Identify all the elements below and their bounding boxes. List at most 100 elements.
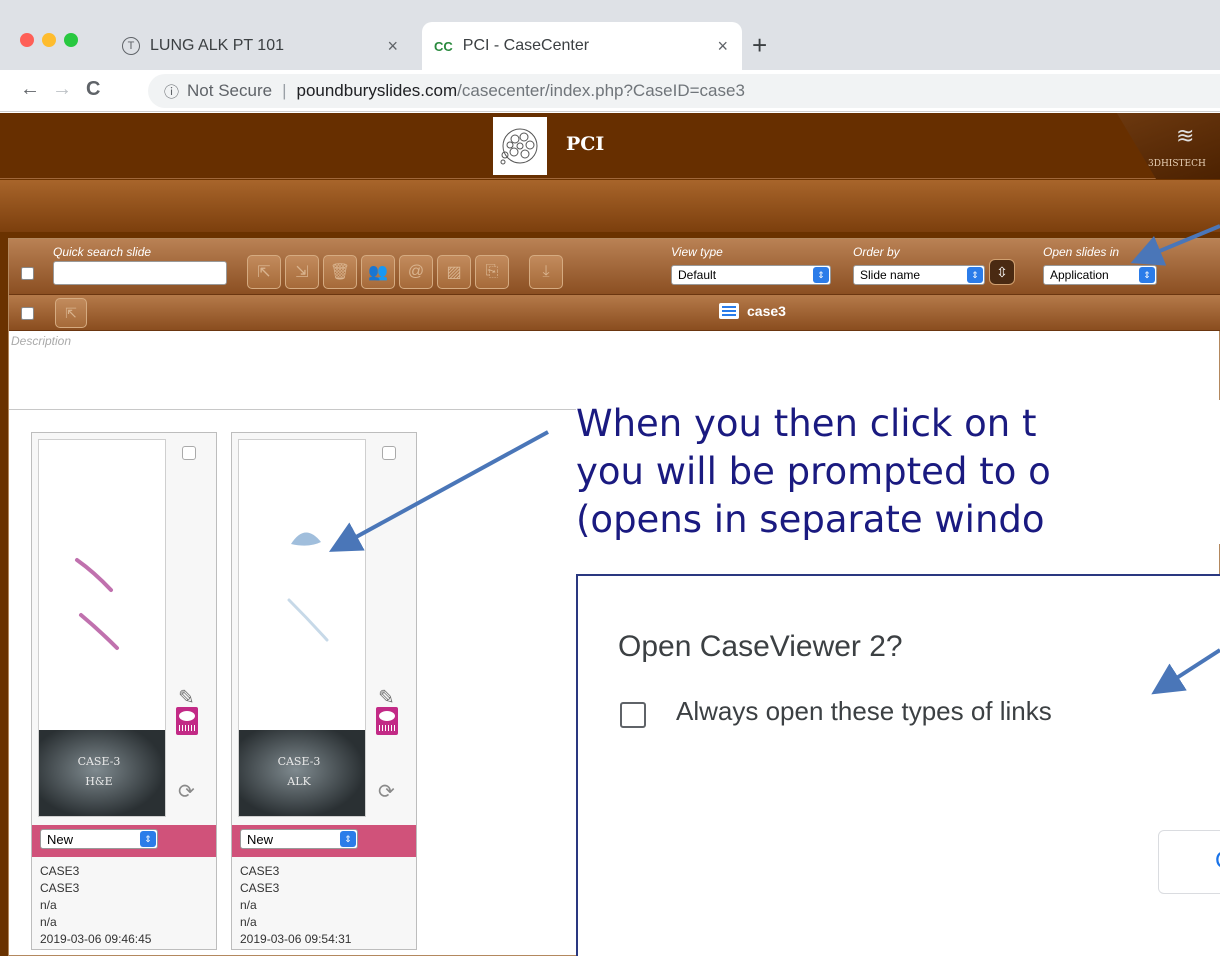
status-select[interactable]: New ⇕ bbox=[40, 829, 158, 849]
reload-button[interactable]: C bbox=[86, 78, 100, 101]
status-value: New bbox=[247, 831, 274, 847]
refresh-icon[interactable]: ⟳ bbox=[378, 779, 395, 804]
app-header: PCI ≋ 3DHISTECH bbox=[0, 113, 1220, 179]
url-input[interactable]: ⓘ Not Secure | poundburyslides.com /case… bbox=[148, 74, 1220, 108]
slide-card[interactable]: CASE-3 H&E ✎ ⟳ New ⇕ CASE3 CASE3 n/a n/a… bbox=[31, 432, 217, 950]
case-name: case3 bbox=[747, 303, 786, 319]
meta-line: CASE3 bbox=[240, 864, 280, 878]
slide-checkbox[interactable] bbox=[182, 446, 196, 460]
tab-close-icon[interactable]: × bbox=[387, 36, 398, 57]
always-open-label: Always open these types of links bbox=[676, 696, 1052, 726]
url-separator: | bbox=[282, 81, 287, 100]
tissue-image bbox=[287, 532, 329, 642]
description-field[interactable]: Description bbox=[11, 334, 71, 348]
order-by-label: Order by bbox=[853, 245, 900, 259]
tissue-image bbox=[75, 558, 119, 650]
security-label: Not Secure bbox=[187, 81, 273, 100]
slide-checkbox[interactable] bbox=[382, 446, 396, 460]
move-in-icon[interactable]: ⇱ bbox=[247, 255, 281, 289]
meta-line: n/a bbox=[40, 915, 57, 929]
maximize-window-button[interactable] bbox=[64, 33, 78, 47]
callout-line: (opens in separate windo bbox=[576, 498, 1045, 541]
view-type-value: Default bbox=[678, 268, 717, 282]
meta-line: n/a bbox=[240, 915, 257, 929]
address-bar-row: ← → C ⓘ Not Secure | poundburyslides.com… bbox=[0, 70, 1220, 112]
select-all-checkbox[interactable] bbox=[21, 267, 34, 280]
slide-thumbnail[interactable]: CASE-3 ALK bbox=[238, 439, 366, 817]
tab-close-icon[interactable]: × bbox=[717, 36, 728, 57]
quick-search-label: Quick search slide bbox=[53, 245, 152, 259]
list-icon bbox=[719, 303, 739, 319]
move-out-icon[interactable]: ⇲ bbox=[285, 255, 319, 289]
url-path: /casecenter/index.php?CaseID=case3 bbox=[457, 81, 745, 100]
callout-line: When you then click on t bbox=[576, 402, 1037, 445]
barcode-icon[interactable] bbox=[376, 707, 398, 735]
meta-line: n/a bbox=[240, 898, 257, 912]
slide-label-text: CASE-3 H&E bbox=[77, 755, 121, 788]
status-select[interactable]: New ⇕ bbox=[240, 829, 358, 849]
order-by-select[interactable]: Slide name ⇕ bbox=[853, 265, 985, 285]
slide-card[interactable]: CASE-3 ALK ✎ ⟳ New ⇕ CASE3 CASE3 n/a n/a… bbox=[231, 432, 417, 950]
chevron-updown-icon: ⇕ bbox=[140, 831, 156, 847]
tab-title: PCI - CaseCenter bbox=[462, 37, 590, 54]
close-window-button[interactable] bbox=[20, 33, 34, 47]
archive-icon[interactable]: ⤓ bbox=[529, 255, 563, 289]
case-action-icon[interactable]: ⇱ bbox=[55, 298, 87, 328]
meta-line: CASE3 bbox=[40, 864, 80, 878]
slide-thumbnail[interactable]: CASE-3 H&E bbox=[38, 439, 166, 817]
open-caseviewer-dialog: Open CaseViewer 2? Always open these typ… bbox=[576, 574, 1220, 956]
callout-line: you will be prompted to o bbox=[576, 450, 1051, 493]
brand-logo-icon: ≋ bbox=[1176, 123, 1195, 148]
image-icon[interactable]: ▨ bbox=[437, 255, 471, 289]
email-icon[interactable]: @ bbox=[399, 255, 433, 289]
info-icon[interactable]: ⓘ bbox=[164, 81, 179, 102]
dialog-title: Open CaseViewer 2? bbox=[618, 630, 903, 663]
open-slides-label: Open slides in bbox=[1043, 245, 1120, 259]
order-by-value: Slide name bbox=[860, 268, 921, 282]
view-type-select[interactable]: Default ⇕ bbox=[671, 265, 831, 285]
tab-casecenter[interactable]: CC PCI - CaseCenter × bbox=[422, 22, 742, 70]
browser-tab-strip: T LUNG ALK PT 101 × CC PCI - CaseCenter … bbox=[0, 0, 1220, 70]
url-host: poundburyslides.com bbox=[296, 81, 458, 100]
forward-button[interactable]: → bbox=[52, 78, 72, 101]
instruction-callout: When you then click on t you will be pro… bbox=[576, 400, 1220, 544]
quick-search-input[interactable] bbox=[53, 261, 227, 285]
minimize-window-button[interactable] bbox=[42, 33, 56, 47]
export-icon[interactable]: ⎘ bbox=[475, 255, 509, 289]
always-open-checkbox[interactable] bbox=[620, 702, 646, 728]
app-subbar bbox=[0, 180, 1220, 232]
status-value: New bbox=[47, 831, 74, 847]
meta-line: n/a bbox=[40, 898, 57, 912]
sort-direction-button[interactable]: ⇳ bbox=[989, 259, 1015, 285]
slide-metadata: CASE3 CASE3 n/a n/a 2019-03-06 09:46:45 bbox=[40, 863, 151, 948]
open-slides-select[interactable]: Application ⇕ bbox=[1043, 265, 1157, 285]
slide-toolbar: Quick search slide ⇱ ⇲ 🗑 👥 @ ▨ ⎘ ⤓ View … bbox=[9, 239, 1220, 295]
tab-favicon-icon: CC bbox=[434, 38, 453, 54]
meta-line: 2019-03-06 09:54:31 bbox=[240, 932, 352, 946]
meta-line: CASE3 bbox=[40, 881, 80, 895]
back-button[interactable]: ← bbox=[20, 78, 40, 101]
cancel-button[interactable]: C bbox=[1158, 830, 1220, 894]
brand-name: 3DHISTECH bbox=[1148, 159, 1206, 169]
assign-user-icon[interactable]: 👥 bbox=[361, 255, 395, 289]
status-strip: New ⇕ bbox=[32, 825, 216, 857]
case-bar: ⇱ case3 bbox=[9, 295, 1220, 331]
chevron-updown-icon: ⇕ bbox=[967, 267, 983, 283]
refresh-icon[interactable]: ⟳ bbox=[178, 779, 195, 804]
barcode-icon[interactable] bbox=[176, 707, 198, 735]
view-type-label: View type bbox=[671, 245, 723, 259]
case-checkbox[interactable] bbox=[21, 307, 34, 320]
tab-lung-alk[interactable]: T LUNG ALK PT 101 × bbox=[112, 22, 412, 70]
app-title: PCI bbox=[566, 133, 605, 155]
brand-panel bbox=[1116, 113, 1220, 179]
meta-line: CASE3 bbox=[240, 881, 280, 895]
slide-metadata: CASE3 CASE3 n/a n/a 2019-03-06 09:54:31 bbox=[240, 863, 351, 948]
pci-logo bbox=[493, 117, 547, 175]
chevron-updown-icon: ⇕ bbox=[813, 267, 829, 283]
tab-favicon-icon: T bbox=[122, 37, 140, 55]
open-slides-value: Application bbox=[1050, 268, 1109, 282]
delete-icon[interactable]: 🗑 bbox=[323, 255, 357, 289]
new-tab-button[interactable]: + bbox=[752, 30, 767, 61]
status-strip: New ⇕ bbox=[232, 825, 416, 857]
chevron-updown-icon: ⇕ bbox=[1139, 267, 1155, 283]
